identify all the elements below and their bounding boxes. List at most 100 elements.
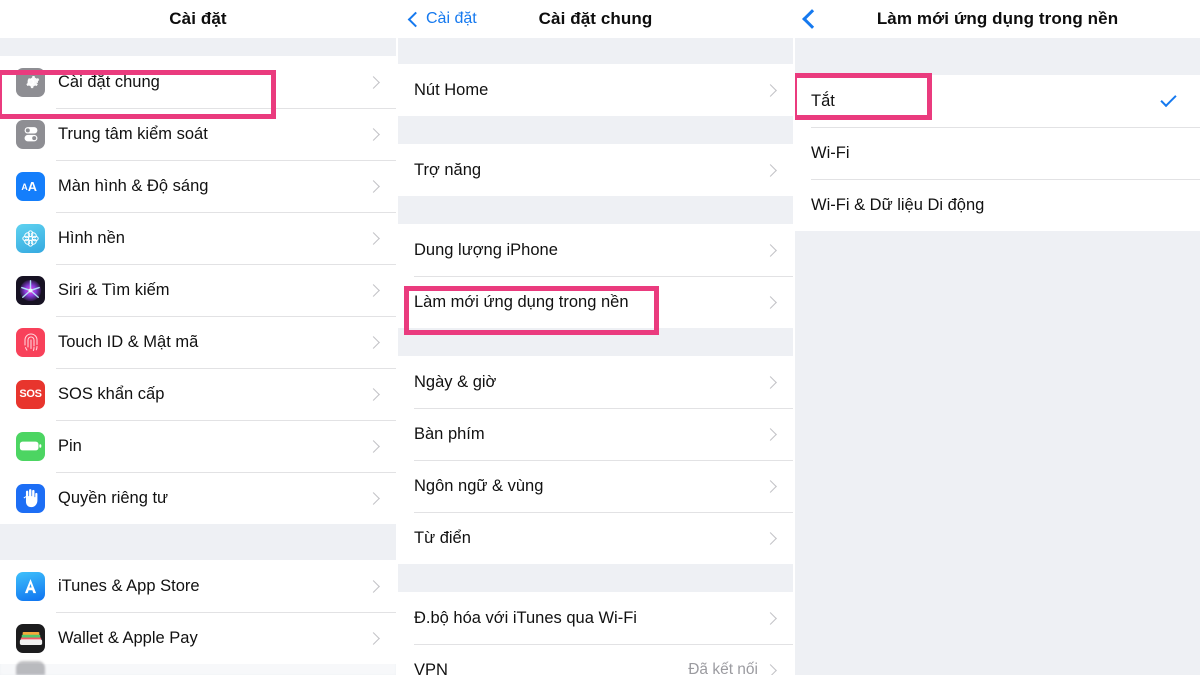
toggles-icon [16,119,45,149]
sidebar-item-itunes-app-store[interactable]: iTunes & App Store [0,560,396,612]
gear-icon [16,67,45,97]
hand-icon [16,483,45,513]
option-label: Tắt [811,91,835,110]
page-title: Cài đặt [169,9,227,28]
battery-icon [16,431,45,461]
fingerprint-icon [16,327,45,357]
row-label: Đ.bộ hóa với iTunes qua Wi-Fi [414,608,637,627]
group-spacer [0,524,396,560]
sos-icon: SOS [16,379,45,409]
row-label: Dung lượng iPhone [414,240,558,259]
chevron-right-icon [764,243,777,257]
group-spacer [0,38,396,56]
mid-group-1: Nút Home [398,64,793,116]
chevron-right-icon [764,83,777,97]
sidebar-item-touch-id[interactable]: Touch ID & Mật mã [0,316,396,368]
sidebar-item-label: Cài đặt chung [58,72,160,91]
page-title: Làm mới ứng dụng trong nền [876,9,1119,28]
sidebar-item-control-center[interactable]: Trung tâm kiểm soát [0,108,396,160]
settings-row-vpn[interactable]: VPN Đã kết nối [398,644,793,675]
sidebar-item-label: Màn hình & Độ sáng [58,176,209,195]
page-title: Cài đặt chung [538,9,653,28]
group-spacer-bottom [795,231,1200,675]
chevron-right-icon [367,491,380,505]
chevron-right-icon [367,231,380,245]
back-button-label: Cài đặt [426,10,477,27]
row-label: Ngôn ngữ & vùng [414,476,544,495]
settings-group-1: Cài đặt chung Trung tâm kiểm soát A A Mà… [0,56,396,524]
checkmark-icon [1160,90,1177,108]
mid-group-3: Dung lượng iPhone Làm mới ứng dụng trong… [398,224,793,328]
settings-row-dictionary[interactable]: Từ điển [398,512,793,564]
settings-row-home-button[interactable]: Nút Home [398,64,793,116]
sidebar-item-label: iTunes & App Store [58,576,200,595]
sidebar-item-label: Siri & Tìm kiếm [58,280,170,299]
row-label: Trợ năng [414,160,482,179]
vpn-status-value: Đã kết nối [688,661,758,675]
group-spacer [398,564,793,592]
group-spacer [398,328,793,356]
mid-group-4: Ngày & giờ Bàn phím Ngôn ngữ & vùng Từ đ… [398,356,793,564]
option-row-wifi-cellular[interactable]: Wi-Fi & Dữ liệu Di động [795,179,1200,231]
chevron-right-icon [367,579,380,593]
mid-group-5: Đ.bộ hóa với iTunes qua Wi-Fi VPN Đã kết… [398,592,793,675]
row-label: VPN [414,660,448,675]
sidebar-item-label: Quyền riêng tư [58,488,169,507]
sidebar-item-privacy[interactable]: Quyền riêng tư [0,472,396,524]
sidebar-item-battery[interactable]: Pin [0,420,396,472]
row-label: Ngày & giờ [414,372,497,391]
sidebar-item-label: Pin [58,436,82,455]
settings-row-iphone-storage[interactable]: Dung lượng iPhone [398,224,793,276]
sidebar-item-wallet-apple-pay[interactable]: Wallet & Apple Pay [0,612,396,664]
right-navbar: Làm mới ứng dụng trong nền [795,0,1200,38]
chevron-right-icon [764,375,777,389]
chevron-right-icon [764,427,777,441]
refresh-options-group: Tắt Wi-Fi Wi-Fi & Dữ liệu Di động [795,75,1200,231]
triple-panel-screenshot: Cài đặt Cài đặt chung Trung tâm kiểm soá… [0,0,1200,675]
group-spacer [398,116,793,144]
text-size-icon: AA [16,171,45,201]
flower-icon [16,223,45,253]
group-spacer [398,196,793,224]
chevron-right-icon [764,611,777,625]
back-button[interactable] [802,9,822,29]
chevron-right-icon [367,387,380,401]
chevron-right-icon [367,283,380,297]
sidebar-item-label: Wallet & Apple Pay [58,628,198,647]
row-label: Từ điển [414,528,471,547]
settings-row-accessibility[interactable]: Trợ năng [398,144,793,196]
chevron-right-icon [367,439,380,453]
settings-row-language-region[interactable]: Ngôn ngữ & vùng [398,460,793,512]
sidebar-item-wallpaper[interactable]: Hình nền [0,212,396,264]
app-store-icon [16,571,45,601]
partial-icon [16,661,45,675]
chevron-right-icon [764,531,777,545]
sidebar-item-display-brightness[interactable]: AA Màn hình & Độ sáng [0,160,396,212]
back-button[interactable]: Cài đặt [407,10,477,28]
chevron-right-icon [367,179,380,193]
option-label: Wi-Fi & Dữ liệu Di động [811,195,985,214]
chevron-right-icon [367,127,380,141]
sos-glyph: SOS [19,388,42,400]
chevron-right-icon [367,75,380,89]
siri-icon [16,275,45,305]
sidebar-item-emergency-sos[interactable]: SOS SOS khẩn cấp [0,368,396,420]
settings-row-keyboard[interactable]: Bàn phím [398,408,793,460]
svg-text:A: A [27,179,36,194]
sidebar-item-general[interactable]: Cài đặt chung [0,56,396,108]
settings-row-date-time[interactable]: Ngày & giờ [398,356,793,408]
settings-row-background-app-refresh[interactable]: Làm mới ứng dụng trong nền [398,276,793,328]
sidebar-item-label: SOS khẩn cấp [58,384,165,403]
chevron-right-icon [367,335,380,349]
sidebar-item-label: Trung tâm kiểm soát [58,124,208,143]
option-row-wifi[interactable]: Wi-Fi [795,127,1200,179]
option-label: Wi-Fi [811,143,850,162]
settings-group-2: iTunes & App Store Wallet & Apple Pay [0,560,396,664]
partial-cut-row [0,661,396,675]
settings-root-panel: Cài đặt Cài đặt chung Trung tâm kiểm soá… [0,0,396,675]
settings-row-itunes-wifi-sync[interactable]: Đ.bộ hóa với iTunes qua Wi-Fi [398,592,793,644]
group-spacer [795,38,1200,75]
sidebar-item-siri-search[interactable]: Siri & Tìm kiếm [0,264,396,316]
chevron-left-icon [802,9,822,29]
option-row-off[interactable]: Tắt [795,75,1200,127]
